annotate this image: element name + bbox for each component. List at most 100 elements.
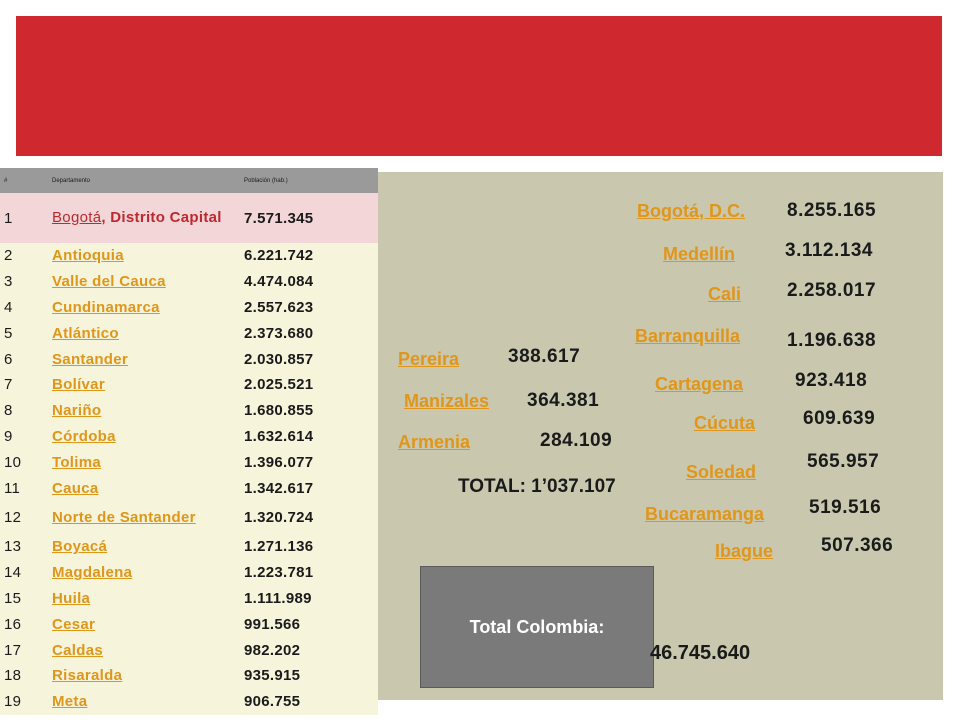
department-link[interactable]: Boyacá xyxy=(52,538,107,555)
table-row: 1 Bogotá, Distrito Capital 7.571.345 xyxy=(0,193,378,243)
row-number: 18 xyxy=(4,667,22,685)
city-population-pereira: 388.617 xyxy=(508,346,581,367)
city-link-manizales[interactable]: Manizales xyxy=(404,391,489,412)
row-number: 11 xyxy=(4,479,21,497)
department-link[interactable]: Bolívar xyxy=(52,376,105,393)
departments-table: # Departamento Población (hab.) 1 Bogotá… xyxy=(0,168,378,715)
population-value: 2.557.623 xyxy=(244,298,314,316)
city-link-pereira[interactable]: Pereira xyxy=(398,349,459,370)
city-link-cartagena[interactable]: Cartagena xyxy=(655,374,743,395)
row-number: 15 xyxy=(4,589,22,607)
city-link-soledad[interactable]: Soledad xyxy=(686,462,756,483)
department-name: Magdalena xyxy=(48,560,240,586)
table-row: 5 Atlántico 2.373.680 xyxy=(0,320,378,347)
population-value: 2.373.680 xyxy=(244,324,314,342)
city-population-cali: 2.258.017 xyxy=(787,280,877,301)
row-number: 17 xyxy=(4,641,22,659)
table-row: 18 Risaralda 935.915 xyxy=(0,662,378,689)
department-link[interactable]: Cundinamarca xyxy=(52,299,160,316)
department-name: Santander xyxy=(48,346,240,372)
header-department: Departamento xyxy=(48,168,240,193)
table-row: 2 Antioquia 6.221.742 xyxy=(0,243,378,269)
department-link[interactable]: Magdalena xyxy=(52,564,132,581)
row-number: 9 xyxy=(4,427,13,445)
title-banner xyxy=(16,16,942,156)
population-value: 1.111.989 xyxy=(244,589,312,607)
city-link-ibague[interactable]: Ibague xyxy=(715,541,773,562)
population-value: 2.025.521 xyxy=(244,376,314,394)
department-link[interactable]: Santander xyxy=(52,351,128,368)
department-name: Risaralda xyxy=(48,663,240,689)
population-value: 7.571.345 xyxy=(244,209,314,227)
department-link[interactable]: Córdoba xyxy=(52,428,116,445)
department-link[interactable]: Risaralda xyxy=(52,667,122,684)
department-name: Cauca xyxy=(48,475,240,501)
department-link[interactable]: Meta xyxy=(52,693,87,710)
department-link[interactable]: Norte de Santander xyxy=(52,509,196,526)
population-value: 935.915 xyxy=(244,667,301,685)
department-link[interactable]: Antioquia xyxy=(52,247,124,264)
table-header-row: # Departamento Población (hab.) xyxy=(0,168,378,193)
table-row: 16 Cesar 991.566 xyxy=(0,611,378,638)
population-value: 1.680.855 xyxy=(244,402,314,420)
population-value: 991.566 xyxy=(244,615,301,633)
city-population-cartagena: 923.418 xyxy=(795,370,868,391)
population-value: 1.271.136 xyxy=(244,538,314,556)
coffee-axis-total: TOTAL: 1’037.107 xyxy=(458,476,616,497)
department-name: Antioquia xyxy=(48,243,240,269)
department-link[interactable]: Atlántico xyxy=(52,325,119,342)
department-name-rest: , Distrito Capital xyxy=(101,209,222,226)
table-row: 4 Cundinamarca 2.557.623 xyxy=(0,294,378,321)
department-name: Meta xyxy=(48,689,240,715)
department-link[interactable]: Cauca xyxy=(52,480,99,497)
department-name: Valle del Cauca xyxy=(48,269,240,295)
population-value: 1.632.614 xyxy=(244,427,314,445)
city-link-medellin[interactable]: Medellín xyxy=(663,244,735,265)
city-link-barranquilla[interactable]: Barranquilla xyxy=(635,326,740,347)
row-number: 7 xyxy=(4,376,13,394)
department-link[interactable]: Tolima xyxy=(52,454,101,471)
department-link[interactable]: Cesar xyxy=(52,616,95,633)
department-name: Bogotá, Distrito Capital xyxy=(48,193,240,243)
city-population-armenia: 284.109 xyxy=(540,430,613,451)
department-link[interactable]: Nariño xyxy=(52,402,101,419)
row-number: 1 xyxy=(4,209,13,227)
population-value: 1.320.724 xyxy=(244,508,314,526)
department-link[interactable]: Bogotá xyxy=(52,209,101,226)
city-population-medellin: 3.112.134 xyxy=(785,240,873,261)
table-row: 15 Huila 1.111.989 xyxy=(0,585,378,612)
department-name: Norte de Santander xyxy=(48,501,240,534)
department-name: Cundinamarca xyxy=(48,295,240,321)
population-value: 982.202 xyxy=(244,641,301,659)
table-row: 11 Cauca 1.342.617 xyxy=(0,475,378,501)
population-value: 906.755 xyxy=(244,693,301,711)
total-colombia-value: 46.745.640 xyxy=(650,642,751,664)
department-name: Bolívar xyxy=(48,372,240,398)
row-number: 5 xyxy=(4,324,13,342)
table-row: 3 Valle del Cauca 4.474.084 xyxy=(0,268,378,295)
department-link[interactable]: Valle del Cauca xyxy=(52,273,166,290)
department-name: Huila xyxy=(48,586,240,612)
department-link[interactable]: Huila xyxy=(52,590,90,607)
table-row: 6 Santander 2.030.857 xyxy=(0,346,378,372)
row-number: 8 xyxy=(4,402,13,420)
row-number: 2 xyxy=(4,247,13,265)
table-row: 8 Nariño 1.680.855 xyxy=(0,397,378,424)
city-link-bucaramanga[interactable]: Bucaramanga xyxy=(645,504,764,525)
total-colombia-box: Total Colombia: xyxy=(420,566,654,688)
department-link[interactable]: Caldas xyxy=(52,642,103,659)
city-link-cali[interactable]: Cali xyxy=(708,284,741,305)
department-name: Tolima xyxy=(48,449,240,475)
department-name: Nariño xyxy=(48,398,240,424)
city-link-cucuta[interactable]: Cúcuta xyxy=(694,413,755,434)
city-link-armenia[interactable]: Armenia xyxy=(398,432,470,453)
total-colombia-label: Total Colombia: xyxy=(469,616,605,637)
table-row: 14 Magdalena 1.223.781 xyxy=(0,559,378,586)
table-row: 9 Córdoba 1.632.614 xyxy=(0,423,378,450)
row-number: 16 xyxy=(4,615,22,633)
table-row: 12 Norte de Santander 1.320.724 xyxy=(0,500,378,534)
department-name: Boyacá xyxy=(48,534,240,560)
city-link-bogota[interactable]: Bogotá, D.C. xyxy=(637,201,745,222)
population-value: 2.030.857 xyxy=(244,350,314,368)
city-population-manizales: 364.381 xyxy=(527,390,600,411)
